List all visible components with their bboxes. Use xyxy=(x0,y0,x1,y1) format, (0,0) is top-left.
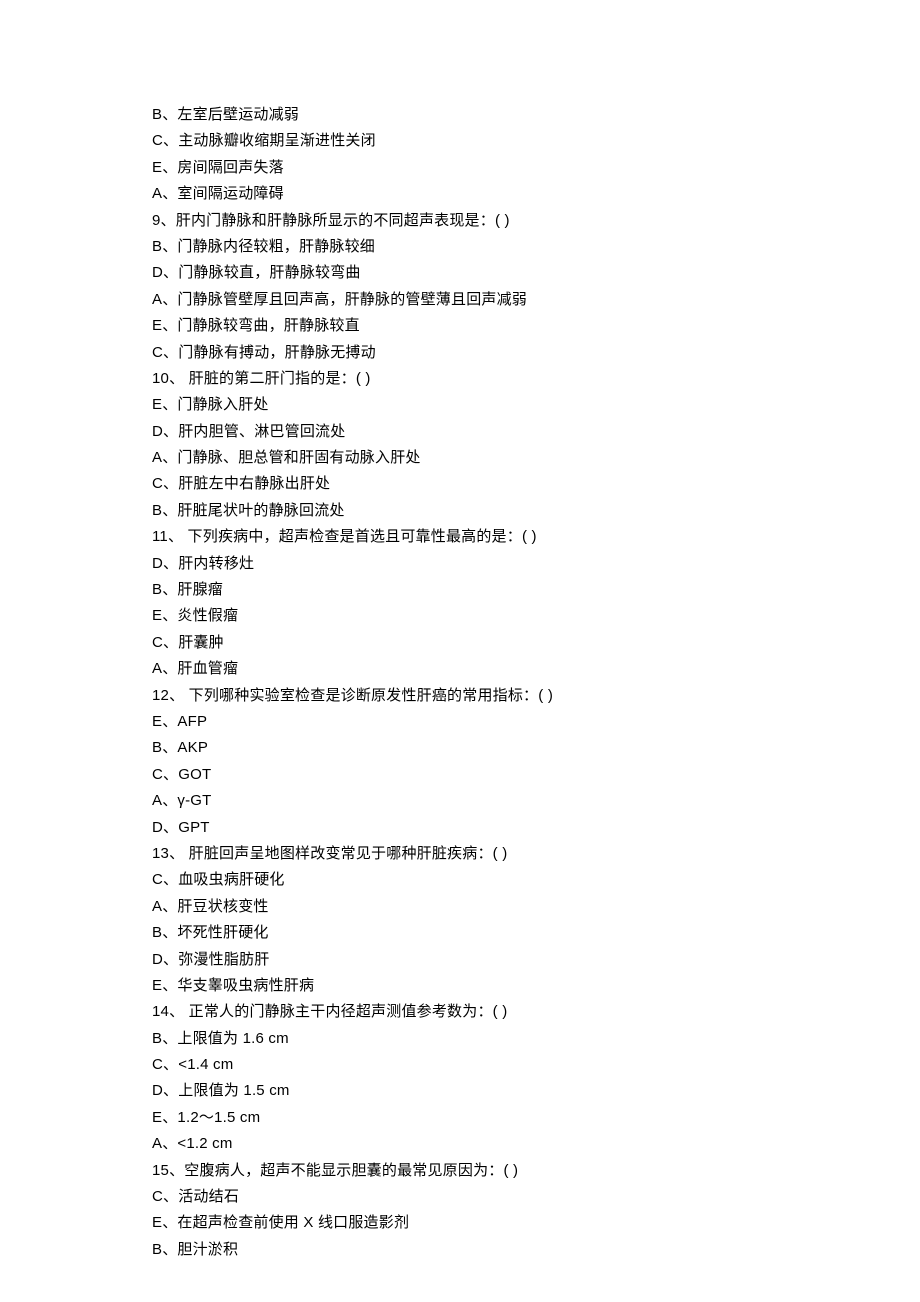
text-line: E、在超声检查前使用 X 线口服造影剂 xyxy=(152,1210,920,1236)
text-line: C、活动结石 xyxy=(152,1184,920,1210)
text-line: A、室间隔运动障碍 xyxy=(152,181,920,207)
text-line: A、门静脉、胆总管和肝固有动脉入肝处 xyxy=(152,445,920,471)
text-line: C、<1.4 cm xyxy=(152,1052,920,1078)
text-line: 11、 下列疾病中，超声检查是首选且可靠性最高的是：( ) xyxy=(152,524,920,550)
text-line: E、门静脉较弯曲，肝静脉较直 xyxy=(152,313,920,339)
text-line: A、<1.2 cm xyxy=(152,1131,920,1157)
text-line: E、房间隔回声失落 xyxy=(152,155,920,181)
text-line: E、1.2～1.5 cm xyxy=(152,1105,920,1131)
text-line: 10、 肝脏的第二肝门指的是：( ) xyxy=(152,366,920,392)
text-line: B、胆汁淤积 xyxy=(152,1237,920,1263)
text-line: B、肝脏尾状叶的静脉回流处 xyxy=(152,498,920,524)
text-line: 12、 下列哪种实验室检查是诊断原发性肝癌的常用指标：( ) xyxy=(152,683,920,709)
text-line: E、门静脉入肝处 xyxy=(152,392,920,418)
text-line: 14、 正常人的门静脉主干内径超声测值参考数为：( ) xyxy=(152,999,920,1025)
text-line: B、坏死性肝硬化 xyxy=(152,920,920,946)
text-line: E、炎性假瘤 xyxy=(152,603,920,629)
text-line: B、上限值为 1.6 cm xyxy=(152,1026,920,1052)
text-line: C、主动脉瓣收缩期呈渐进性关闭 xyxy=(152,128,920,154)
text-line: B、左室后壁运动减弱 xyxy=(152,102,920,128)
text-line: C、血吸虫病肝硬化 xyxy=(152,867,920,893)
text-line: D、肝内胆管、淋巴管回流处 xyxy=(152,419,920,445)
text-line: 15、空腹病人，超声不能显示胆囊的最常见原因为：( ) xyxy=(152,1158,920,1184)
text-line: A、γ-GT xyxy=(152,788,920,814)
text-line: C、GOT xyxy=(152,762,920,788)
text-line: D、弥漫性脂肪肝 xyxy=(152,947,920,973)
document-body: B、左室后壁运动减弱C、主动脉瓣收缩期呈渐进性关闭E、房间隔回声失落A、室间隔运… xyxy=(152,102,920,1263)
text-line: B、肝腺瘤 xyxy=(152,577,920,603)
text-line: E、AFP xyxy=(152,709,920,735)
text-line: 9、肝内门静脉和肝静脉所显示的不同超声表现是：( ) xyxy=(152,208,920,234)
text-line: D、肝内转移灶 xyxy=(152,551,920,577)
text-line: B、门静脉内径较粗，肝静脉较细 xyxy=(152,234,920,260)
text-line: A、肝豆状核变性 xyxy=(152,894,920,920)
text-line: E、华支睾吸虫病性肝病 xyxy=(152,973,920,999)
text-line: B、AKP xyxy=(152,735,920,761)
text-line: A、肝血管瘤 xyxy=(152,656,920,682)
text-line: 13、 肝脏回声呈地图样改变常见于哪种肝脏疾病：( ) xyxy=(152,841,920,867)
text-line: C、肝囊肿 xyxy=(152,630,920,656)
text-line: D、上限值为 1.5 cm xyxy=(152,1078,920,1104)
text-line: A、门静脉管壁厚且回声高，肝静脉的管壁薄且回声减弱 xyxy=(152,287,920,313)
text-line: C、肝脏左中右静脉出肝处 xyxy=(152,471,920,497)
text-line: C、门静脉有搏动，肝静脉无搏动 xyxy=(152,340,920,366)
text-line: D、GPT xyxy=(152,815,920,841)
text-line: D、门静脉较直，肝静脉较弯曲 xyxy=(152,260,920,286)
